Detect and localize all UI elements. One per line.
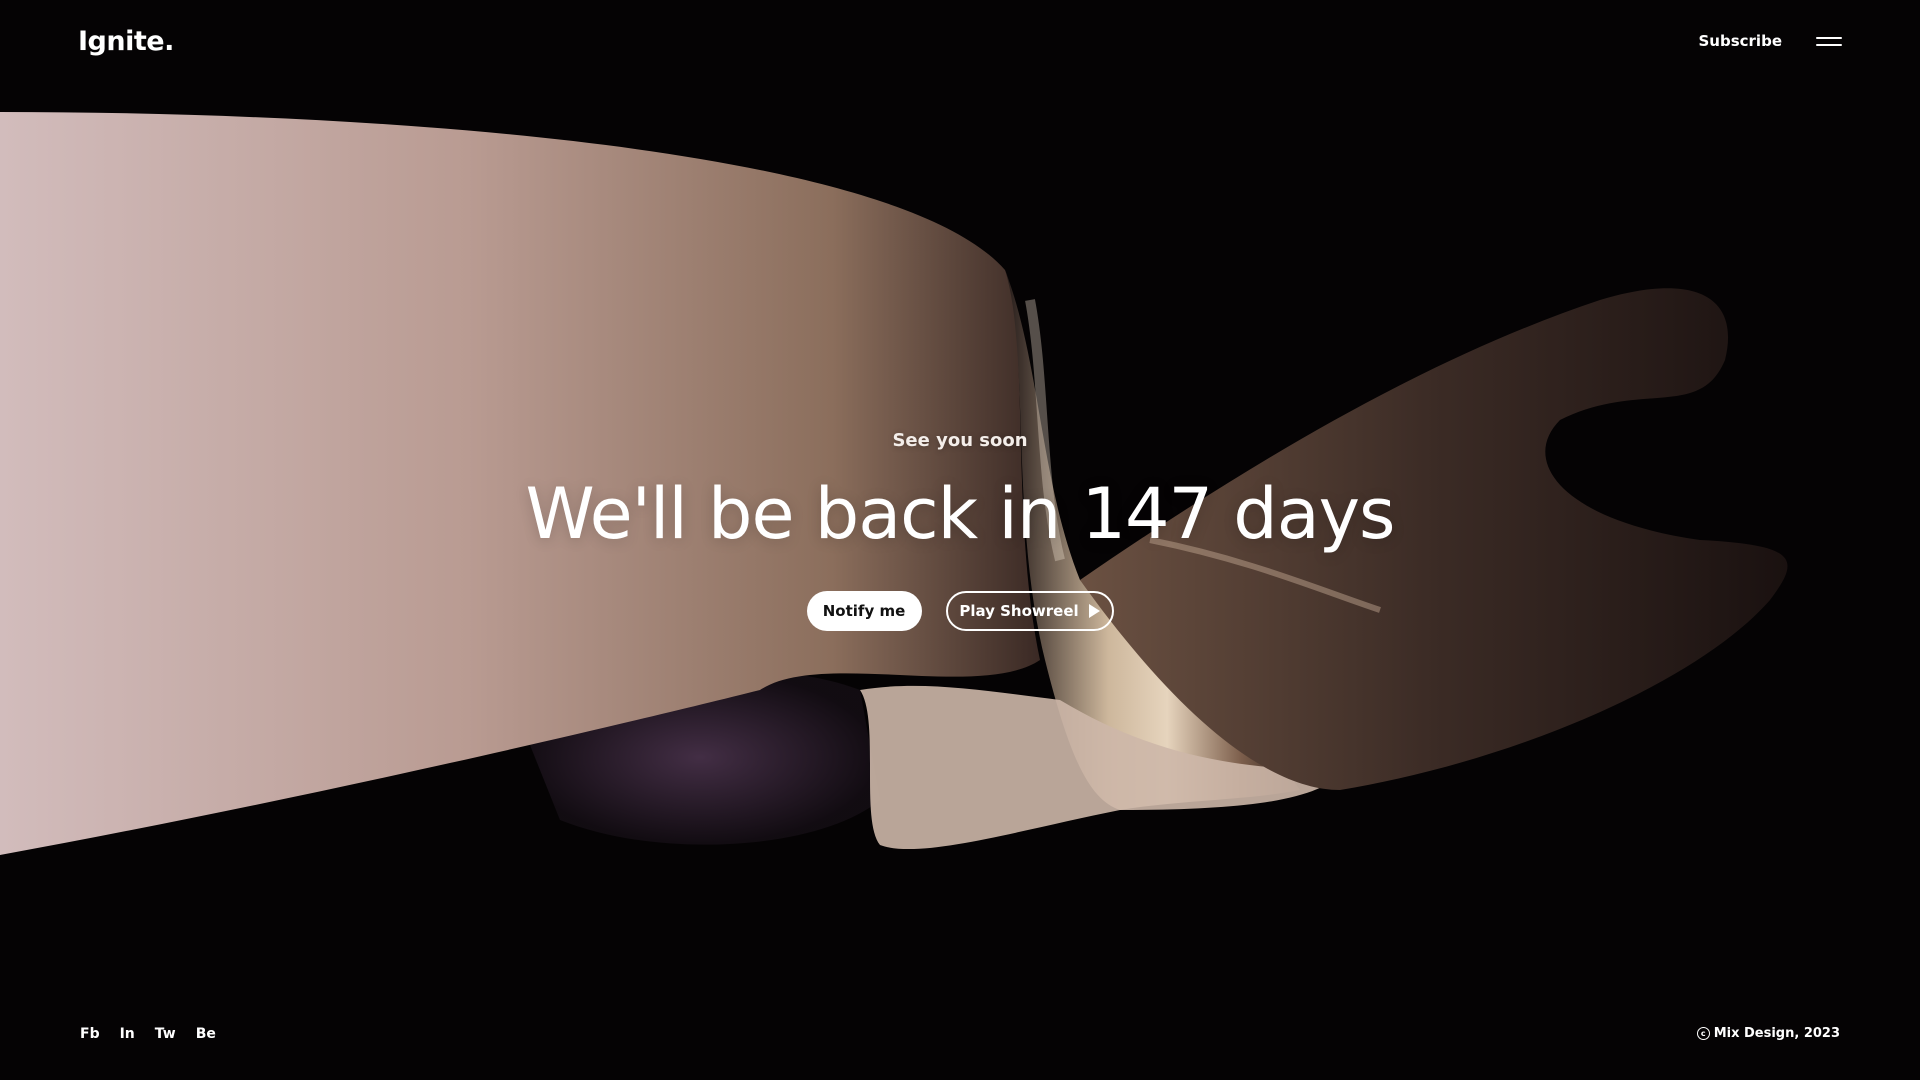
play-showreel-button[interactable]: Play Showreel xyxy=(945,591,1114,631)
brand-logo[interactable]: Ignite. xyxy=(78,26,174,57)
menu-line-bottom xyxy=(1816,44,1842,46)
social-link-behance[interactable]: Be xyxy=(196,1026,216,1042)
hamburger-menu-icon[interactable] xyxy=(1816,34,1842,48)
top-nav: Subscribe xyxy=(1699,32,1842,50)
eyebrow-text: See you soon xyxy=(892,430,1028,451)
copyright-icon: c xyxy=(1696,1027,1710,1040)
subscribe-link[interactable]: Subscribe xyxy=(1699,32,1783,50)
play-icon xyxy=(1088,604,1100,618)
social-links: Fb In Tw Be xyxy=(80,1026,216,1042)
notify-me-label: Notify me xyxy=(822,602,906,620)
notify-me-button[interactable]: Notify me xyxy=(806,591,922,631)
copyright: c Mix Design, 2023 xyxy=(1696,1026,1840,1041)
play-showreel-label: Play Showreel xyxy=(959,602,1079,620)
social-link-twitter[interactable]: Tw xyxy=(155,1026,176,1042)
coming-soon-page: Ignite. Subscribe See you soon We'll be … xyxy=(0,0,1920,1080)
cta-row: Notify me Play Showreel xyxy=(806,591,1114,631)
page-title: We'll be back in 147 days xyxy=(525,473,1395,555)
hero-section: See you soon We'll be back in 147 days N… xyxy=(0,430,1920,631)
copyright-text: Mix Design, 2023 xyxy=(1713,1026,1840,1041)
social-link-facebook[interactable]: Fb xyxy=(80,1026,100,1042)
menu-line-top xyxy=(1816,37,1842,39)
social-link-linkedin[interactable]: In xyxy=(120,1026,135,1042)
